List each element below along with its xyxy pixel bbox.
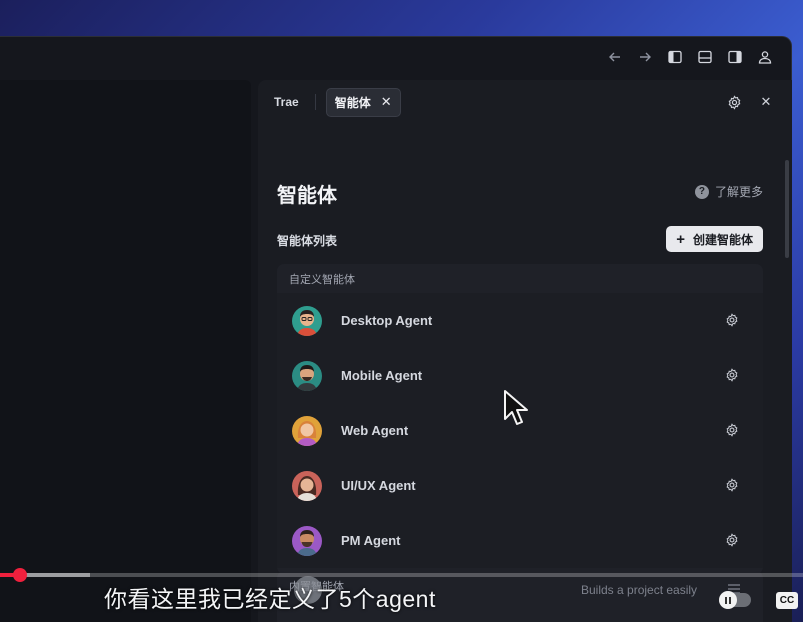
video-subtitle: 你看这里我已经定义了5个agent (104, 586, 436, 612)
agent-panel: Trae 智能体 ✕ ✕ 智能体 ? 了解更多 智能体列表 + 创建智能体 自定… (258, 80, 792, 622)
background-hint-text: Builds a project easily (581, 583, 698, 597)
list-item[interactable]: Desktop Agent (277, 293, 763, 348)
captions-button[interactable]: CC (776, 592, 798, 609)
avatar (292, 305, 322, 336)
layout-right-icon[interactable] (727, 49, 743, 65)
editor-area (0, 80, 251, 622)
list-item[interactable]: UI/UX Agent (277, 458, 763, 513)
close-panel-icon[interactable]: ✕ (758, 94, 774, 110)
agent-list-title: 智能体列表 (277, 234, 338, 248)
agent-list: Desktop Agent Mobile Agent Web Agent UI/… (277, 293, 763, 568)
video-progress-buffer (20, 573, 90, 577)
gear-icon[interactable] (725, 312, 741, 329)
agent-name: Mobile Agent (341, 368, 423, 383)
user-icon[interactable] (757, 49, 773, 65)
agent-name: UI/UX Agent (341, 478, 416, 493)
layout-bottom-icon[interactable] (697, 49, 713, 65)
ide-window: Trae 智能体 ✕ ✕ 智能体 ? 了解更多 智能体列表 + 创建智能体 自定… (0, 36, 792, 622)
agent-name: PM Agent (341, 533, 401, 548)
gear-icon[interactable] (725, 367, 741, 384)
layout-left-icon[interactable] (667, 49, 683, 65)
tab-trae[interactable]: Trae (274, 95, 299, 109)
tab-divider (314, 94, 316, 110)
gear-icon[interactable] (726, 94, 742, 110)
learn-more-link[interactable]: ? 了解更多 (694, 183, 763, 200)
group-label: 自定义智能体 (289, 273, 355, 286)
close-icon[interactable]: ✕ (381, 94, 392, 110)
avatar (292, 415, 322, 446)
titlebar (0, 37, 791, 79)
agent-name: Web Agent (341, 423, 409, 438)
arrow-right-icon[interactable] (637, 49, 653, 65)
avatar (292, 525, 322, 556)
tab-agents-label: 智能体 (334, 95, 371, 110)
gear-icon[interactable] (725, 422, 741, 439)
plus-icon: + (676, 230, 685, 248)
pause-icon (719, 591, 737, 609)
page-title: 智能体 (277, 185, 337, 207)
create-agent-button[interactable]: + 创建智能体 (666, 226, 763, 252)
agent-name: Desktop Agent (341, 313, 433, 328)
arrow-left-icon[interactable] (607, 49, 623, 65)
learn-more-label: 了解更多 (714, 185, 763, 199)
panel-tabs: Trae 智能体 ✕ (258, 80, 792, 124)
avatar (292, 470, 322, 501)
autoplay-toggle[interactable] (719, 591, 751, 609)
tab-agents[interactable]: 智能体 ✕ (325, 87, 401, 117)
avatar (292, 360, 322, 391)
video-scrubber[interactable] (13, 568, 27, 582)
gear-icon[interactable] (725, 532, 741, 549)
gear-icon[interactable] (725, 477, 741, 494)
create-agent-label: 创建智能体 (692, 232, 753, 247)
video-progress-track[interactable] (0, 573, 803, 577)
scrollbar[interactable] (785, 160, 789, 258)
help-icon: ? (694, 184, 709, 199)
mouse-cursor-icon (504, 390, 528, 425)
list-item[interactable]: PM Agent (277, 513, 763, 568)
